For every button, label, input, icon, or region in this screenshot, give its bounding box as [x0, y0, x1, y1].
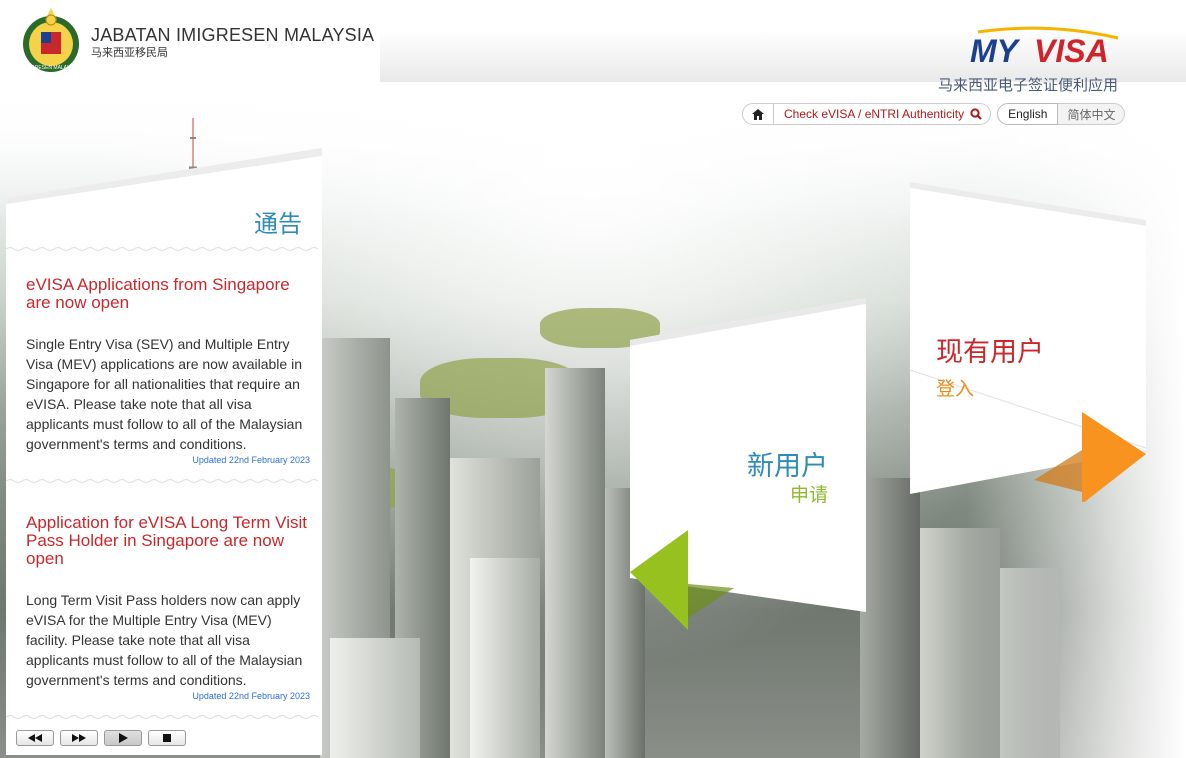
announcement-date: Updated 22nd February 2023 [192, 455, 310, 465]
site-header: IMIGRESEN MALAYSIA JABATAN IMIGRESEN MAL… [0, 0, 1186, 94]
pager-next-button[interactable] [60, 730, 98, 746]
announcements-title: 通告 [254, 211, 302, 238]
home-button[interactable] [742, 103, 774, 125]
org-name: JABATAN IMIGRESEN MALAYSIA [91, 25, 375, 45]
check-authenticity-label: Check eVISA / eNTRI Authenticity [784, 107, 965, 121]
app-subtitle: 马来西亚电子签证便利应用 [938, 77, 1119, 94]
language-switcher: English 简体中文 [997, 103, 1126, 125]
existing-user-title[interactable]: 现有用户 [936, 330, 1044, 369]
fast-forward-icon [72, 734, 86, 742]
announcements-panel: 通告 eVISA Applications from Singapore are… [6, 148, 322, 755]
announcement-pager [16, 730, 186, 746]
announcement-body: Long Term Visit Pass holders now can app… [26, 592, 303, 688]
new-user-card[interactable]: 新用户 申请 [628, 298, 868, 638]
existing-user-login-label[interactable]: 登入 [936, 374, 974, 401]
announcement-date: Updated 22nd February 2023 [192, 691, 310, 701]
pager-stop-button[interactable] [148, 730, 186, 746]
new-user-apply-label[interactable]: 申请 [790, 480, 828, 507]
home-icon [752, 108, 764, 120]
pager-play-button[interactable] [104, 730, 142, 746]
myvisa-logo[interactable]: MY VISA [968, 26, 1130, 70]
announcement-item[interactable]: eVISA Applications from Singapore are no… [26, 276, 310, 466]
immigration-crest-logo[interactable]: IMIGRESEN MALAYSIA [20, 6, 82, 74]
svg-text:IMIGRESEN MALAYSIA: IMIGRESEN MALAYSIA [24, 65, 79, 71]
existing-user-card[interactable]: 现有用户 登入 [908, 182, 1148, 502]
org-subtitle: 马来西亚移民局 [91, 47, 168, 59]
pager-prev-button[interactable] [16, 730, 54, 746]
stop-icon [163, 734, 171, 742]
new-user-title[interactable]: 新用户 [747, 444, 828, 483]
top-nav: Check eVISA / eNTRI Authenticity English… [742, 103, 1126, 125]
rewind-icon [28, 734, 42, 742]
announcement-item[interactable]: Application for eVISA Long Term Visit Pa… [26, 514, 310, 702]
svg-text:VISA: VISA [1034, 33, 1109, 69]
play-icon [118, 733, 128, 743]
announcement-body: Single Entry Visa (SEV) and Multiple Ent… [26, 336, 303, 452]
announcement-title[interactable]: eVISA Applications from Singapore are no… [26, 276, 310, 312]
search-icon [970, 108, 982, 120]
lang-english-button[interactable]: English [997, 103, 1059, 125]
announcement-title[interactable]: Application for eVISA Long Term Visit Pa… [26, 514, 310, 568]
lang-chinese-button[interactable]: 简体中文 [1058, 103, 1126, 125]
check-authenticity-button[interactable]: Check eVISA / eNTRI Authenticity [774, 103, 992, 125]
svg-text:MY: MY [970, 33, 1021, 69]
